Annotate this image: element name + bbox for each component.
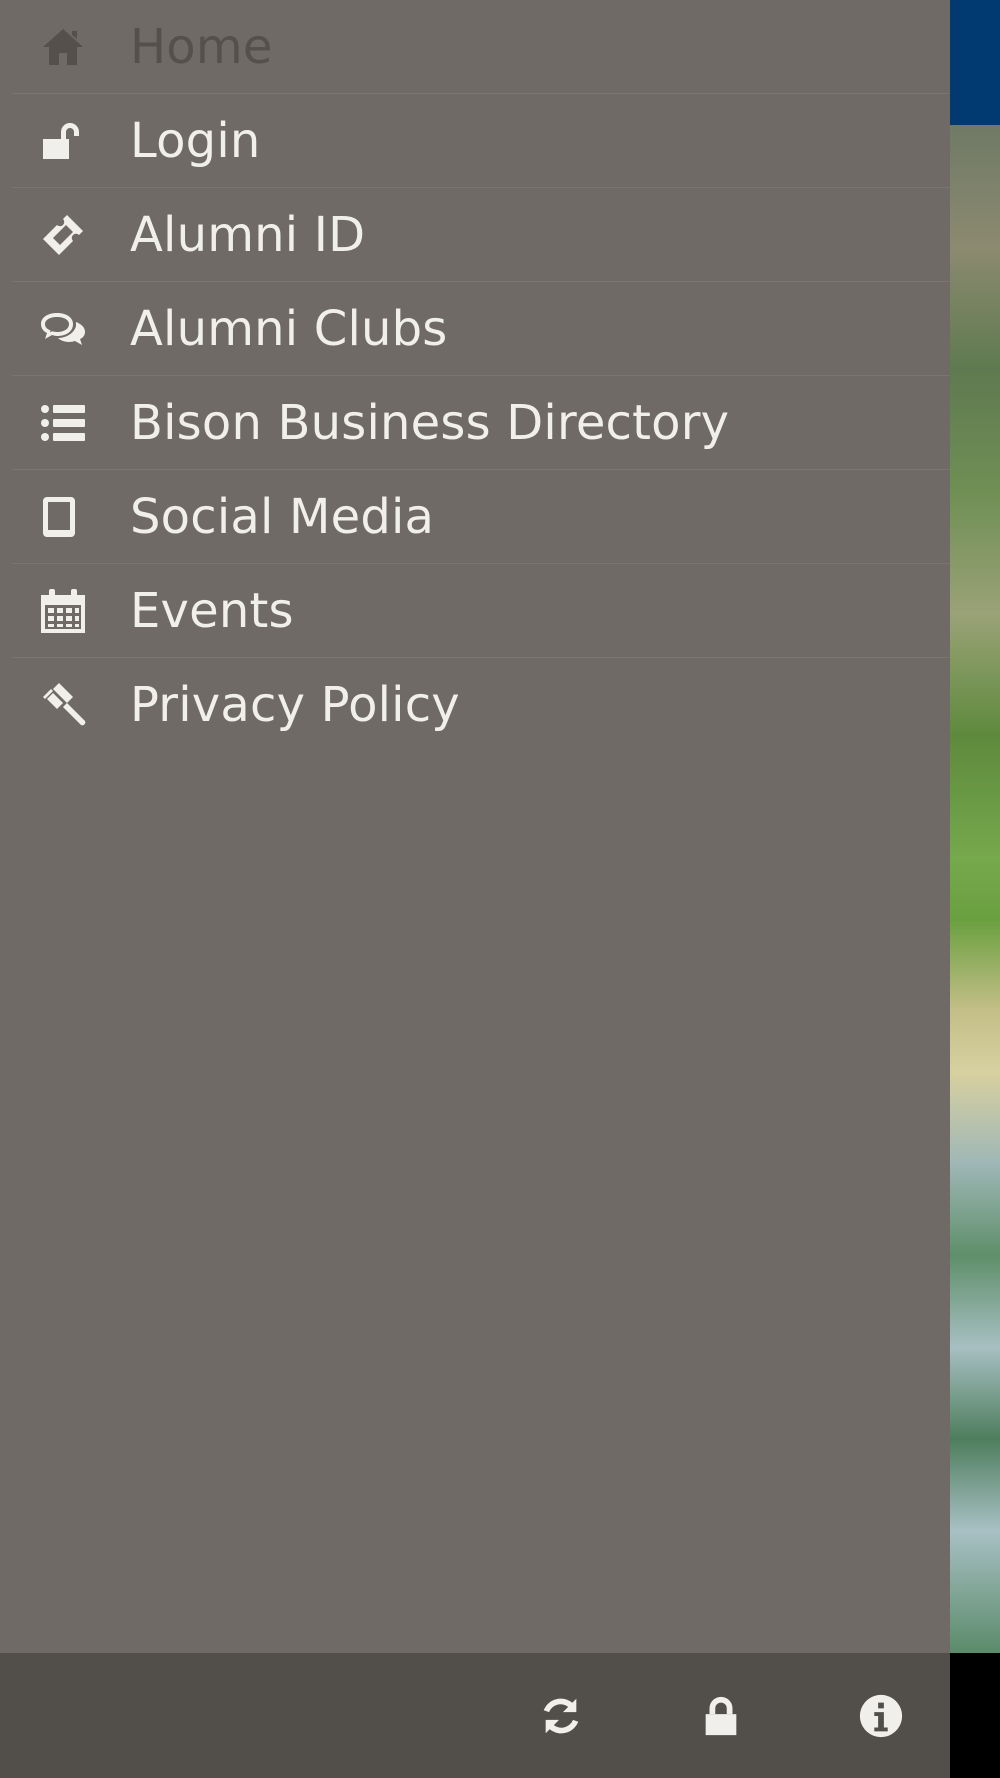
menu-label-alumni-id: Alumni ID — [130, 206, 366, 263]
chat-bubbles-icon — [38, 304, 88, 354]
menu-label-business-directory: Bison Business Directory — [130, 394, 730, 451]
menu-item-home[interactable]: Home — [12, 0, 950, 94]
refresh-icon — [543, 1698, 579, 1734]
menu-item-alumni-id[interactable]: Alumni ID — [12, 188, 950, 282]
refresh-button[interactable] — [536, 1691, 586, 1741]
lock-icon — [705, 1696, 737, 1736]
app-footer-peek — [950, 1653, 1000, 1778]
menu-item-login[interactable]: Login — [12, 94, 950, 188]
menu-label-privacy-policy: Privacy Policy — [130, 677, 460, 733]
menu-label-login: Login — [130, 112, 261, 169]
campus-photo-peek — [950, 125, 1000, 1653]
navigation-drawer: Home Login Alumni ID Alumni Clubs Bison … — [0, 0, 950, 1653]
ticket-icon — [38, 210, 88, 260]
menu-item-alumni-clubs[interactable]: Alumni Clubs — [12, 282, 950, 376]
info-icon — [859, 1694, 903, 1738]
background-app-peek[interactable] — [950, 0, 1000, 1778]
unlock-icon — [38, 116, 88, 166]
info-button[interactable] — [856, 1691, 906, 1741]
lock-button[interactable] — [696, 1691, 746, 1741]
gavel-icon — [38, 680, 88, 730]
menu-item-social-media[interactable]: Social Media — [12, 470, 950, 564]
menu-label-events: Events — [130, 582, 294, 639]
drawer-bottom-bar — [0, 1653, 950, 1778]
home-icon — [38, 22, 88, 72]
menu-item-privacy-policy[interactable]: Privacy Policy — [12, 658, 950, 752]
menu-label-alumni-clubs: Alumni Clubs — [130, 300, 448, 357]
nav-menu: Home Login Alumni ID Alumni Clubs Bison … — [0, 0, 950, 752]
calendar-icon — [38, 586, 88, 636]
menu-label-social-media: Social Media — [130, 488, 435, 545]
menu-label-home: Home — [130, 18, 273, 75]
tablet-icon — [38, 492, 88, 542]
menu-item-events[interactable]: Events — [12, 564, 950, 658]
app-header-peek — [950, 0, 1000, 125]
list-icon — [38, 398, 88, 448]
menu-item-business-directory[interactable]: Bison Business Directory — [12, 376, 950, 470]
